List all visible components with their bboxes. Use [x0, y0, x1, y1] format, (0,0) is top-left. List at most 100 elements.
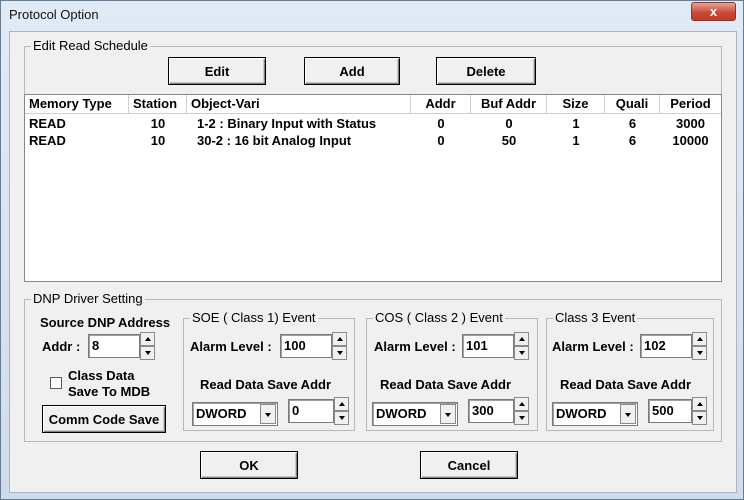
spin-down-button[interactable]: [514, 346, 529, 360]
arrow-down-icon: [697, 351, 703, 355]
cell-buf-addr: 50: [501, 133, 517, 148]
arrow-up-icon: [697, 402, 703, 406]
dropdown-arrow-icon[interactable]: [440, 404, 456, 424]
protocol-option-window: Protocol Option x Edit Read Schedule Edi…: [0, 0, 744, 500]
column-header-station[interactable]: Station: [129, 95, 187, 114]
selected-value: DWORD: [196, 406, 247, 421]
spin-down-button[interactable]: [334, 411, 349, 425]
cell-size: 1: [572, 116, 580, 131]
column-header-quali[interactable]: Quali: [605, 95, 660, 114]
edit-button[interactable]: Edit: [168, 57, 266, 85]
spin-up-button[interactable]: [514, 332, 529, 346]
source-addr-input[interactable]: 8: [88, 334, 140, 358]
source-addr-spinner[interactable]: [140, 332, 155, 360]
cell-station: 10: [150, 133, 166, 148]
arrow-down-icon: [339, 416, 345, 420]
arrow-down-icon: [519, 351, 525, 355]
read-data-save-addr-label: Read Data Save Addr: [380, 377, 512, 392]
soe-class1-event-legend: SOE ( Class 1) Event: [190, 310, 318, 325]
cell-period: 3000: [676, 116, 705, 131]
spin-up-button[interactable]: [692, 332, 707, 346]
cell-object-vari: 1-2 : Binary Input with Status: [197, 116, 377, 131]
cos-save-addr-spinner[interactable]: [514, 397, 529, 425]
arrow-up-icon: [697, 337, 703, 341]
cell-memory-type: READ: [29, 116, 66, 131]
dropdown-arrow-icon[interactable]: [620, 404, 636, 424]
cos-alarm-level-input[interactable]: 101: [462, 334, 514, 358]
soe-save-addr-spinner[interactable]: [334, 397, 349, 425]
arrow-up-icon: [337, 337, 343, 341]
column-header-period[interactable]: Period: [660, 95, 721, 114]
add-button[interactable]: Add: [304, 57, 400, 85]
window-title: Protocol Option: [9, 7, 99, 22]
class-data-label-line1: Class Data: [68, 368, 135, 383]
close-button[interactable]: x: [691, 2, 736, 21]
arrow-up-icon: [519, 337, 525, 341]
soe-data-type-select[interactable]: DWORD: [192, 402, 278, 426]
spin-down-button[interactable]: [692, 411, 707, 425]
cell-addr: 0: [437, 116, 445, 131]
table-row[interactable]: READ 10 1-2 : Binary Input with Status 0…: [25, 115, 721, 132]
cancel-button[interactable]: Cancel: [420, 451, 518, 479]
arrow-down-icon: [145, 351, 151, 355]
column-header-size[interactable]: Size: [547, 95, 605, 114]
dnp-driver-setting-legend: DNP Driver Setting: [31, 291, 145, 306]
cos-save-addr-input[interactable]: 300: [468, 399, 514, 423]
dialog-client-area: Edit Read Schedule Edit Add Delete Memor…: [9, 31, 737, 493]
spin-down-button[interactable]: [332, 346, 347, 360]
cos-alarm-level-spinner[interactable]: [514, 332, 529, 360]
spin-down-button[interactable]: [692, 346, 707, 360]
column-header-addr[interactable]: Addr: [411, 95, 471, 114]
spin-down-button[interactable]: [514, 411, 529, 425]
class3-save-addr-spinner[interactable]: [692, 397, 707, 425]
cell-quali: 6: [628, 116, 637, 131]
spin-up-button[interactable]: [332, 332, 347, 346]
edit-read-schedule-legend: Edit Read Schedule: [31, 38, 150, 53]
class-data-label-line2: Save To MDB: [68, 384, 151, 399]
spin-up-button[interactable]: [692, 397, 707, 411]
addr-label: Addr :: [42, 339, 81, 354]
cell-object-vari: 30-2 : 16 bit Analog Input: [197, 133, 352, 148]
class3-data-type-select[interactable]: DWORD: [552, 402, 638, 426]
dropdown-arrow-icon[interactable]: [260, 404, 276, 424]
cell-addr: 0: [437, 133, 445, 148]
read-schedule-list[interactable]: Memory Type Station Object-Vari Addr Buf…: [24, 94, 722, 282]
ok-button[interactable]: OK: [200, 451, 298, 479]
cell-quali: 6: [628, 133, 637, 148]
arrow-down-icon: [519, 416, 525, 420]
arrow-up-icon: [339, 402, 345, 406]
column-header-memory-type[interactable]: Memory Type: [25, 95, 129, 114]
alarm-level-label: Alarm Level :: [374, 339, 456, 354]
soe-alarm-level-input[interactable]: 100: [280, 334, 332, 358]
source-dnp-address-title: Source DNP Address: [40, 315, 171, 330]
soe-alarm-level-spinner[interactable]: [332, 332, 347, 360]
title-bar[interactable]: Protocol Option x: [1, 1, 743, 29]
column-header-object-vari[interactable]: Object-Vari: [187, 95, 411, 114]
class3-alarm-level-input[interactable]: 102: [640, 334, 692, 358]
alarm-level-label: Alarm Level :: [190, 339, 272, 354]
spin-up-button[interactable]: [140, 332, 155, 346]
close-icon: x: [709, 4, 718, 19]
cell-memory-type: READ: [29, 133, 66, 148]
cell-size: 1: [572, 133, 580, 148]
column-header-buf-addr[interactable]: Buf Addr: [471, 95, 547, 114]
cos-class2-event-legend: COS ( Class 2 ) Event: [373, 310, 505, 325]
arrow-down-icon: [697, 416, 703, 420]
spin-up-button[interactable]: [514, 397, 529, 411]
alarm-level-label: Alarm Level :: [552, 339, 634, 354]
class-data-save-checkbox[interactable]: [50, 377, 62, 389]
cell-period: 10000: [672, 133, 709, 148]
soe-save-addr-input[interactable]: 0: [288, 399, 334, 423]
class3-save-addr-input[interactable]: 500: [648, 399, 692, 423]
selected-value: DWORD: [556, 406, 607, 421]
comm-code-save-button[interactable]: Comm Code Save: [42, 405, 166, 433]
spin-up-button[interactable]: [334, 397, 349, 411]
class3-alarm-level-spinner[interactable]: [692, 332, 707, 360]
spin-down-button[interactable]: [140, 346, 155, 360]
arrow-up-icon: [145, 337, 151, 341]
cos-data-type-select[interactable]: DWORD: [372, 402, 458, 426]
class3-event-legend: Class 3 Event: [553, 310, 638, 325]
delete-button[interactable]: Delete: [436, 57, 536, 85]
read-data-save-addr-label: Read Data Save Addr: [560, 377, 692, 392]
table-row[interactable]: READ 10 30-2 : 16 bit Analog Input 0 50 …: [25, 132, 721, 149]
